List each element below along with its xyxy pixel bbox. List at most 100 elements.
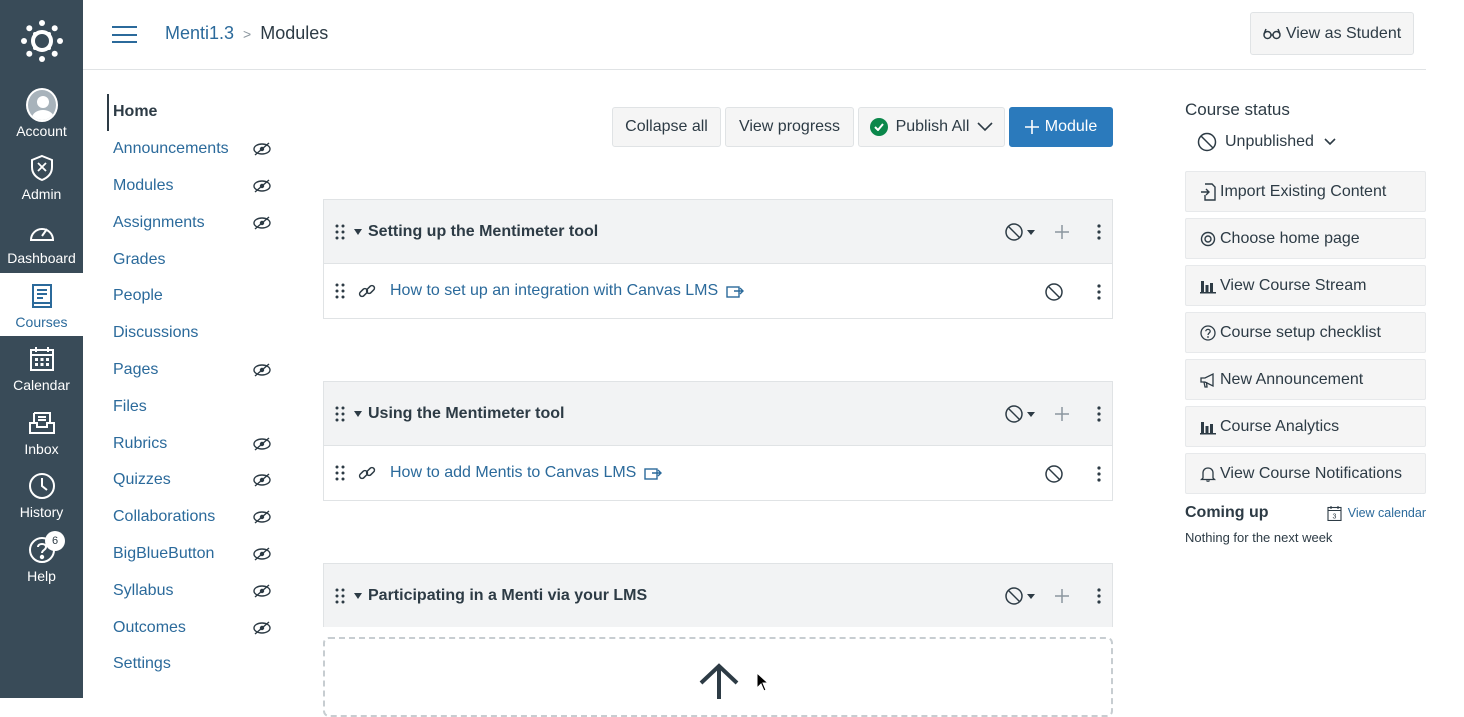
view-as-student-button[interactable]: View as Student bbox=[1250, 12, 1414, 55]
course-nav-assignments[interactable]: Assignments bbox=[107, 204, 287, 241]
unpublished-status-icon[interactable] bbox=[1044, 464, 1064, 484]
course-nav-home[interactable]: Home bbox=[107, 94, 287, 131]
module-header[interactable]: Setting up the Mentimeter tool bbox=[324, 200, 1112, 263]
unpublished-status-icon[interactable] bbox=[1004, 222, 1038, 242]
collapse-caret-icon[interactable] bbox=[354, 592, 362, 600]
course-nav-modules[interactable]: Modules bbox=[107, 168, 287, 205]
drag-handle-icon[interactable] bbox=[334, 223, 346, 241]
drag-handle-icon[interactable] bbox=[334, 282, 346, 300]
kebab-menu-icon[interactable] bbox=[1096, 587, 1102, 605]
course-status-heading: Course status bbox=[1185, 100, 1290, 119]
course-analytics-button[interactable]: Course Analytics bbox=[1185, 406, 1426, 447]
hidden-eye-icon bbox=[253, 547, 271, 561]
kebab-menu-icon[interactable] bbox=[1096, 223, 1102, 241]
hamburger-menu-icon[interactable] bbox=[112, 26, 137, 44]
drag-handle-icon[interactable] bbox=[334, 405, 346, 423]
module-item-link[interactable]: How to add Mentis to Canvas LMS bbox=[390, 464, 636, 482]
upload-dropzone[interactable] bbox=[323, 637, 1113, 717]
course-nav-label: Discussions bbox=[113, 324, 199, 342]
drag-handle-icon[interactable] bbox=[334, 464, 346, 482]
sidebar-button-label: Import Existing Content bbox=[1220, 182, 1387, 200]
course-nav-outcomes[interactable]: Outcomes bbox=[107, 609, 287, 646]
calendar-icon bbox=[26, 343, 58, 375]
course-nav-files[interactable]: Files bbox=[107, 388, 287, 425]
avatar-icon bbox=[25, 87, 58, 122]
view-calendar-link[interactable]: 3 View calendar bbox=[1327, 505, 1426, 521]
canvas-logo[interactable] bbox=[0, 0, 83, 82]
course-nav-collaborations[interactable]: Collaborations bbox=[107, 499, 287, 536]
course-nav-rubrics[interactable]: Rubrics bbox=[107, 425, 287, 462]
chevron-down-icon bbox=[977, 122, 993, 132]
course-nav-grades[interactable]: Grades bbox=[107, 241, 287, 278]
nav-account[interactable]: Account bbox=[0, 82, 83, 146]
collapse-caret-icon[interactable] bbox=[354, 228, 362, 236]
nav-help-label: Help bbox=[27, 567, 56, 584]
course-nav-settings[interactable]: Settings bbox=[107, 646, 287, 683]
bell-icon bbox=[1200, 466, 1216, 482]
bar-chart-icon bbox=[1200, 421, 1216, 434]
hidden-eye-icon bbox=[253, 621, 271, 635]
nav-dashboard[interactable]: Dashboard bbox=[0, 209, 83, 273]
publish-all-button[interactable]: Publish All bbox=[858, 107, 1005, 147]
add-item-plus-icon[interactable] bbox=[1054, 588, 1070, 604]
view-progress-button[interactable]: View progress bbox=[725, 107, 854, 147]
publish-all-label: Publish All bbox=[895, 118, 970, 135]
course-status-dropdown[interactable]: Unpublished bbox=[1197, 132, 1426, 152]
course-nav-label: Files bbox=[113, 397, 147, 415]
target-icon bbox=[1200, 231, 1216, 246]
collapse-all-button[interactable]: Collapse all bbox=[612, 107, 721, 147]
new-announcement-button[interactable]: New Announcement bbox=[1185, 359, 1426, 400]
module-title: Participating in a Menti via your LMS bbox=[368, 586, 648, 604]
course-nav-bigbluebutton[interactable]: BigBlueButton bbox=[107, 536, 287, 573]
course-nav-discussions[interactable]: Discussions bbox=[107, 315, 287, 352]
unpublished-status-icon[interactable] bbox=[1004, 404, 1038, 424]
nav-help[interactable]: 6 Help bbox=[0, 527, 83, 591]
module-item: How to add Mentis to Canvas LMS bbox=[324, 445, 1112, 500]
unpublished-status-icon[interactable] bbox=[1044, 282, 1064, 302]
help-badge: 6 bbox=[45, 531, 65, 552]
inbox-icon bbox=[26, 407, 58, 439]
megaphone-icon bbox=[1200, 372, 1214, 388]
course-nav-label: Rubrics bbox=[113, 434, 168, 452]
coming-up-heading: Coming up bbox=[1185, 504, 1269, 521]
view-course-notifications-button[interactable]: View Course Notifications bbox=[1185, 453, 1426, 494]
kebab-menu-icon[interactable] bbox=[1096, 405, 1102, 423]
choose-home-page-button[interactable]: Choose home page bbox=[1185, 218, 1426, 259]
kebab-menu-icon[interactable] bbox=[1096, 283, 1102, 301]
add-item-plus-icon[interactable] bbox=[1054, 224, 1070, 240]
breadcrumb-course[interactable]: Menti1.3 bbox=[165, 23, 234, 44]
nav-courses[interactable]: Courses bbox=[0, 272, 83, 337]
hidden-eye-icon bbox=[253, 437, 271, 451]
nav-history[interactable]: History bbox=[0, 464, 83, 528]
hidden-eye-icon bbox=[253, 142, 271, 156]
course-nav-pages[interactable]: Pages bbox=[107, 352, 287, 389]
unpublished-status-icon[interactable] bbox=[1004, 586, 1038, 606]
add-module-button[interactable]: Module bbox=[1009, 107, 1113, 147]
module-item-link[interactable]: How to set up an integration with Canvas… bbox=[390, 282, 718, 300]
book-icon bbox=[26, 280, 58, 312]
course-sidebar: Course status Unpublished Import Existin… bbox=[1185, 100, 1426, 545]
course-setup-checklist-button[interactable]: Course setup checklist bbox=[1185, 312, 1426, 353]
nav-inbox[interactable]: Inbox bbox=[0, 400, 83, 464]
nav-calendar[interactable]: Calendar bbox=[0, 336, 83, 400]
add-item-plus-icon[interactable] bbox=[1054, 406, 1070, 422]
module-header[interactable]: Using the Mentimeter tool bbox=[324, 382, 1112, 445]
coming-up-empty: Nothing for the next week bbox=[1185, 530, 1333, 545]
view-course-stream-button[interactable]: View Course Stream bbox=[1185, 265, 1426, 306]
course-nav-syllabus[interactable]: Syllabus bbox=[107, 572, 287, 609]
canvas-logo-icon bbox=[20, 20, 63, 62]
sidebar-button-label: Choose home page bbox=[1220, 229, 1360, 247]
course-nav-label: Modules bbox=[113, 176, 174, 194]
upload-arrow-icon bbox=[699, 663, 739, 699]
kebab-menu-icon[interactable] bbox=[1096, 465, 1102, 483]
course-nav-announcements[interactable]: Announcements bbox=[107, 131, 287, 168]
module-title: Using the Mentimeter tool bbox=[368, 404, 565, 422]
course-nav-quizzes[interactable]: Quizzes bbox=[107, 462, 287, 499]
course-nav-people[interactable]: People bbox=[107, 278, 287, 315]
drag-handle-icon[interactable] bbox=[334, 587, 346, 605]
import-content-button[interactable]: Import Existing Content bbox=[1185, 171, 1426, 212]
module-header[interactable]: Participating in a Menti via your LMS bbox=[324, 564, 1112, 627]
sidebar-button-label: Course Analytics bbox=[1220, 417, 1340, 435]
nav-admin[interactable]: Admin bbox=[0, 146, 83, 210]
collapse-caret-icon[interactable] bbox=[354, 410, 362, 418]
